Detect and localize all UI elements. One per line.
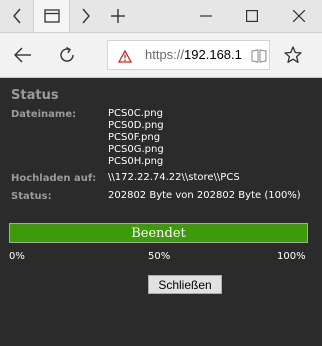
status-value: 202802 Byte von 202802 Byte (100%) (108, 190, 301, 201)
url-scheme: https:// (145, 47, 185, 62)
progress-tick-0: 0% (9, 251, 25, 262)
favorite-button[interactable] (280, 42, 306, 68)
progress-bar: Beendet (9, 223, 308, 243)
close-window-button[interactable] (275, 0, 322, 32)
url-host: 192.168.1 (184, 47, 242, 62)
upload-target-label: Hochladen auf: (11, 173, 97, 184)
tab-scroll-right-button[interactable] (72, 0, 100, 32)
address-bar[interactable]: https://192.168.1 (107, 40, 270, 70)
minimize-icon (200, 15, 212, 17)
title-bar (0, 0, 322, 33)
file-list: PCS0C.png PCS0D.png PCS0F.png PCS0G.png … (108, 108, 164, 168)
status-label: Status: (11, 191, 52, 202)
file-item: PCS0H.png (108, 156, 164, 167)
star-icon (284, 46, 302, 63)
maximize-button[interactable] (229, 0, 275, 32)
url-text[interactable]: https://192.168.1 (145, 47, 242, 62)
close-icon (292, 10, 305, 22)
page-content: Status Dateiname: PCS0C.png PCS0D.png PC… (0, 78, 322, 346)
file-item: PCS0C.png (108, 108, 163, 119)
reading-view-icon[interactable] (251, 48, 267, 67)
maximize-icon (246, 10, 258, 22)
file-item: PCS0G.png (108, 144, 164, 155)
close-button[interactable]: Schließen (148, 275, 222, 294)
chevron-left-icon (12, 8, 21, 24)
file-item: PCS0F.png (108, 132, 161, 143)
certificate-warning-icon[interactable] (117, 48, 133, 67)
new-tab-button[interactable] (103, 0, 133, 32)
filename-label: Dateiname: (11, 109, 77, 120)
progress-tick-100: 100% (277, 251, 306, 262)
refresh-icon (60, 46, 74, 62)
back-button[interactable] (9, 42, 37, 68)
progress-tick-50: 50% (148, 251, 171, 262)
navigation-bar: https://192.168.1 (0, 33, 322, 78)
tab-scroll-left-button[interactable] (0, 0, 33, 32)
upload-target-path: \\172.22.74.22\\store\\PCS (108, 172, 240, 183)
tab-page-icon (43, 9, 60, 23)
tab-active[interactable] (33, 0, 70, 32)
status-heading: Status (11, 88, 59, 103)
refresh-button[interactable] (53, 42, 81, 68)
chevron-right-icon (82, 8, 90, 24)
minimize-button[interactable] (183, 0, 229, 32)
file-item: PCS0D.png (108, 120, 164, 131)
arrow-left-icon (14, 47, 31, 63)
progress-label: Beendet (131, 225, 186, 241)
plus-icon (111, 9, 125, 23)
